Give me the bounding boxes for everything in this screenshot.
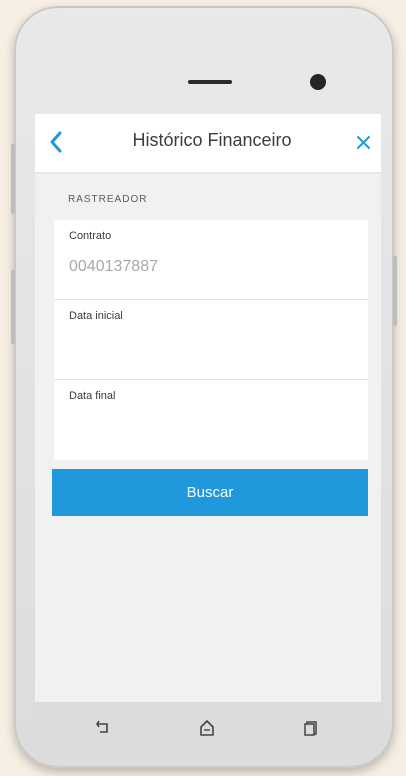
app-header: Histórico Financeiro — [35, 114, 381, 172]
contract-label: Contrato — [69, 230, 112, 242]
end-date-input[interactable] — [69, 414, 349, 440]
phone-left-button-top — [11, 144, 15, 214]
android-nav-bar — [35, 702, 381, 754]
contract-field: Contrato — [54, 220, 368, 300]
start-date-input[interactable] — [69, 334, 349, 360]
phone-right-button — [393, 256, 397, 326]
app-screen: Histórico Financeiro RASTREADOR Contrato… — [35, 114, 381, 702]
recent-apps-icon[interactable] — [301, 718, 321, 738]
phone-speaker — [188, 80, 232, 84]
phone-left-button-bottom — [11, 270, 15, 344]
home-icon[interactable] — [197, 718, 217, 738]
phone-camera — [310, 74, 326, 90]
search-form: Contrato Data inicial Data final — [54, 220, 368, 460]
end-date-field: Data final — [54, 380, 368, 460]
page-title: Histórico Financeiro — [132, 130, 292, 150]
end-date-label: Data final — [69, 390, 116, 402]
chevron-left-icon[interactable] — [45, 128, 69, 156]
start-date-field: Data inicial — [54, 300, 368, 380]
search-button[interactable]: Buscar — [52, 469, 368, 516]
contract-input[interactable] — [69, 254, 349, 280]
section-label: RASTREADOR — [68, 194, 148, 205]
start-date-label: Data inicial — [69, 310, 123, 322]
close-icon[interactable] — [353, 130, 375, 154]
back-arrow-icon[interactable] — [93, 718, 113, 738]
